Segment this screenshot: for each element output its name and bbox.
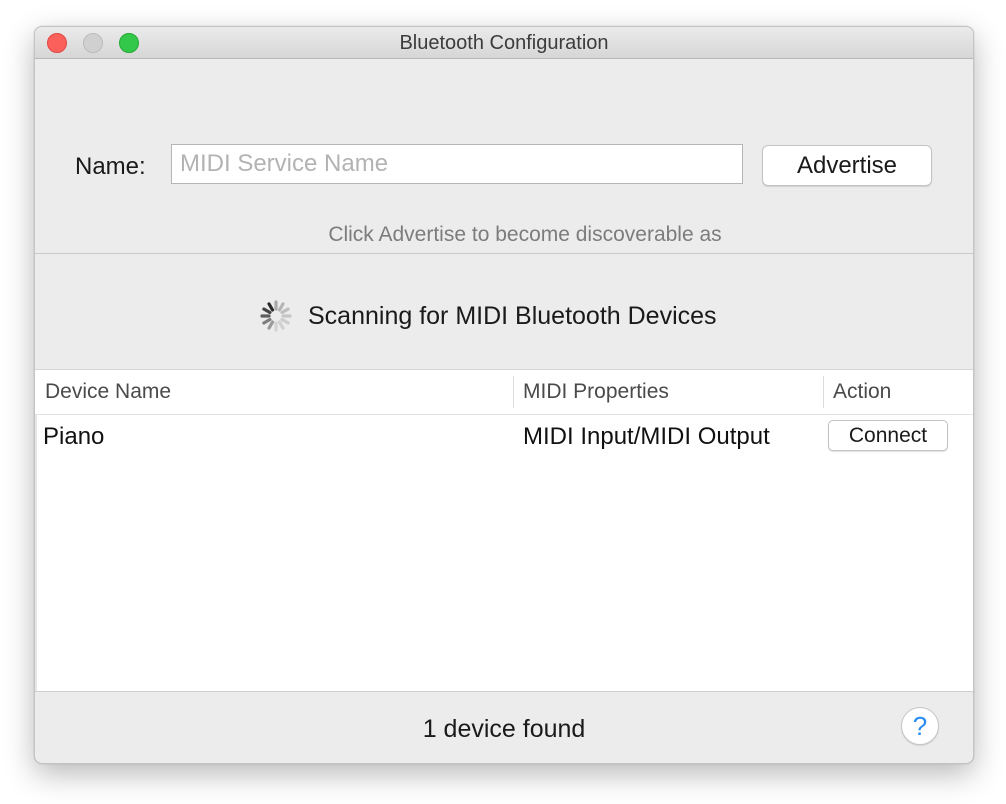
name-label: Name: bbox=[75, 153, 146, 180]
advertise-hint: Click Advertise to become discoverable a… bbox=[328, 223, 722, 246]
table-row[interactable]: Piano MIDI Input/MIDI Output Connect bbox=[35, 415, 973, 459]
section-divider bbox=[35, 253, 973, 254]
service-name-input[interactable] bbox=[171, 144, 743, 184]
devices-table: Device Name MIDI Properties Action Piano… bbox=[35, 369, 973, 692]
advertise-section: Name: Advertise Click Advertise to becom… bbox=[35, 59, 973, 253]
device-name-cell: Piano bbox=[43, 423, 105, 450]
title-bar: Bluetooth Configuration bbox=[35, 27, 973, 59]
help-button[interactable]: ? bbox=[901, 707, 939, 745]
column-header-device-name[interactable]: Device Name bbox=[45, 380, 171, 404]
advertise-button[interactable]: Advertise bbox=[762, 145, 932, 186]
device-count-status: 1 device found bbox=[422, 715, 586, 743]
connect-button[interactable]: Connect bbox=[828, 420, 948, 451]
spinner-icon bbox=[260, 300, 292, 332]
column-header-action[interactable]: Action bbox=[833, 380, 891, 404]
column-header-midi-properties[interactable]: MIDI Properties bbox=[523, 380, 669, 404]
table-header: Device Name MIDI Properties Action bbox=[35, 370, 973, 415]
midi-properties-cell: MIDI Input/MIDI Output bbox=[523, 423, 770, 450]
column-divider[interactable] bbox=[513, 376, 514, 408]
column-divider[interactable] bbox=[823, 376, 824, 408]
scan-status: Scanning for MIDI Bluetooth Devices bbox=[35, 297, 973, 337]
window-title: Bluetooth Configuration bbox=[399, 32, 609, 54]
bluetooth-configuration-window: Bluetooth Configuration Name: Advertise … bbox=[34, 26, 974, 764]
scan-status-text: Scanning for MIDI Bluetooth Devices bbox=[308, 302, 717, 330]
